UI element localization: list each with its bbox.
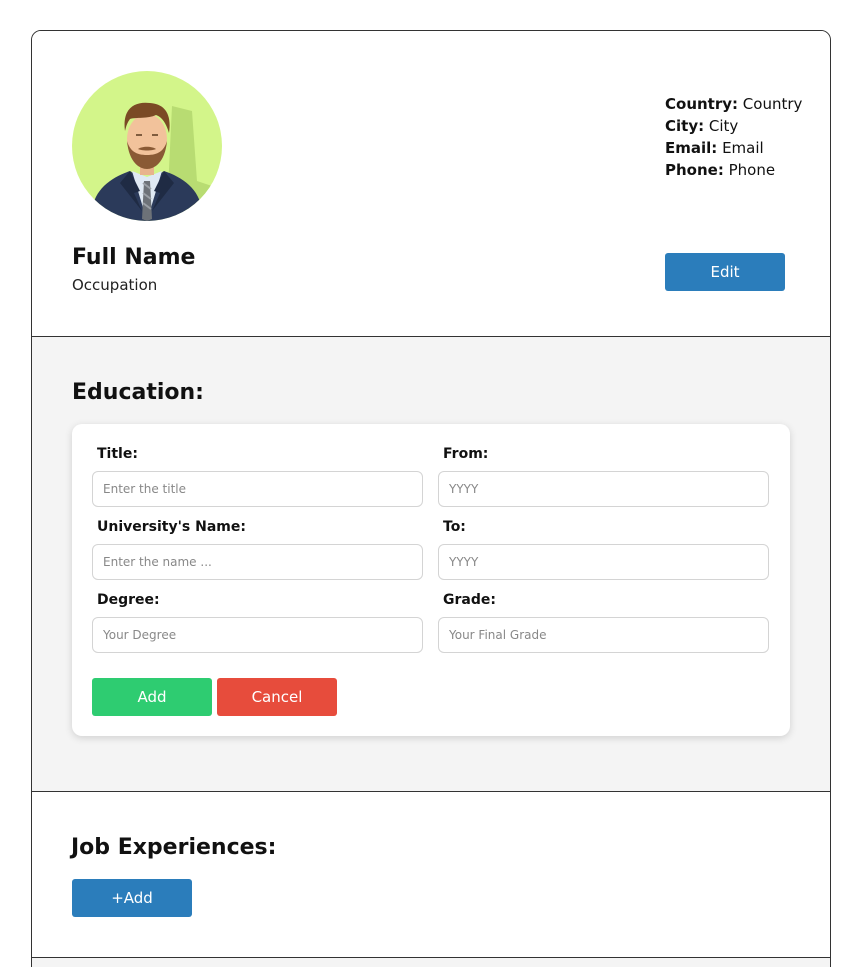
profile-header: Full Name Occupation Country: Country Ci… (32, 31, 830, 337)
contact-email-value: Email (722, 139, 764, 157)
contact-email: Email: Email (665, 137, 802, 159)
avatar (72, 71, 222, 221)
job-experiences-title: Job Experiences: (71, 835, 277, 860)
grade-input[interactable] (438, 617, 769, 653)
avatar-person-icon (92, 102, 212, 221)
next-section (32, 958, 830, 967)
full-name: Full Name (72, 245, 196, 270)
job-experiences-section: Job Experiences: +Add (32, 792, 830, 958)
contact-country: Country: Country (665, 93, 802, 115)
contact-city-label: City: (665, 117, 705, 135)
education-section: Education: Title: From: University's Nam… (32, 337, 830, 792)
contact-country-label: Country: (665, 95, 739, 113)
education-form: Title: From: University's Name: To: Degr… (72, 424, 790, 736)
cancel-button[interactable]: Cancel (217, 678, 337, 716)
contact-phone-label: Phone: (665, 161, 724, 179)
title-input[interactable] (92, 471, 423, 507)
contact-city-value: City (708, 117, 739, 135)
contact-country-value: Country (742, 95, 803, 113)
university-input[interactable] (92, 544, 423, 580)
occupation: Occupation (72, 276, 158, 294)
contact-email-label: Email: (665, 139, 718, 157)
add-education-button[interactable]: Add (92, 678, 212, 716)
contact-info: Country: Country City: City Email: Email… (665, 93, 802, 181)
title-label: Title: (97, 446, 138, 462)
contact-phone-value: Phone (728, 161, 776, 179)
to-input[interactable] (438, 544, 769, 580)
degree-input[interactable] (92, 617, 423, 653)
contact-phone: Phone: Phone (665, 159, 802, 181)
contact-city: City: City (665, 115, 802, 137)
from-input[interactable] (438, 471, 769, 507)
from-label: From: (443, 446, 489, 462)
university-label: University's Name: (97, 519, 246, 535)
edit-button[interactable]: Edit (665, 253, 785, 291)
grade-label: Grade: (443, 592, 496, 608)
add-job-button[interactable]: +Add (72, 879, 192, 917)
resume-card: Full Name Occupation Country: Country Ci… (31, 30, 831, 967)
to-label: To: (443, 519, 466, 535)
education-title: Education: (72, 380, 204, 405)
degree-label: Degree: (97, 592, 160, 608)
